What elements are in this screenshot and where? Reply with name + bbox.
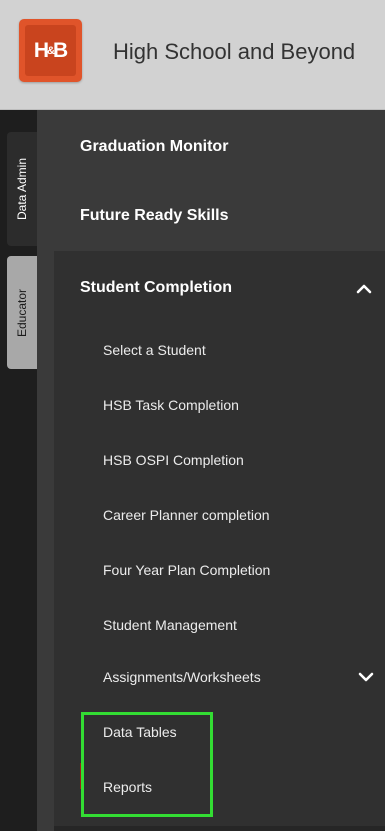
tab-data-admin[interactable]: Data Admin [7, 132, 37, 246]
sub-item-student-management[interactable]: Student Management [103, 618, 237, 632]
app-window: H&B High School and Beyond Data Admin Ed… [0, 0, 385, 831]
nav-item-student-completion[interactable]: Student Completion [80, 280, 232, 296]
sub-item-data-tables[interactable]: Data Tables [103, 725, 177, 739]
tab-data-admin-label: Data Admin [15, 157, 30, 221]
logo-badge: H&B [25, 25, 76, 76]
sub-item-hsb-task-completion[interactable]: HSB Task Completion [103, 398, 239, 412]
app-title: High School and Beyond [113, 39, 356, 64]
sub-item-assignments-worksheets[interactable]: Assignments/Worksheets [103, 670, 261, 684]
sub-item-career-planner-completion[interactable]: Career Planner completion [103, 508, 270, 522]
section-bottom-edge [54, 826, 385, 831]
sub-item-four-year-plan-completion[interactable]: Four Year Plan Completion [103, 563, 270, 577]
active-item-marker [80, 763, 83, 789]
hb-logo[interactable]: H&B [19, 19, 82, 82]
nav-item-future-ready-skills[interactable]: Future Ready Skills [80, 208, 229, 224]
logo-text: H&B [33, 39, 68, 62]
sub-item-hsb-ospi-completion[interactable]: HSB OSPI Completion [103, 453, 244, 467]
sub-item-select-a-student[interactable]: Select a Student [103, 343, 206, 357]
app-header: H&B High School and Beyond [0, 0, 385, 110]
tab-educator-label: Educator [15, 288, 29, 337]
tab-educator[interactable]: Educator [7, 256, 37, 369]
chevron-up-icon[interactable] [354, 282, 374, 296]
sub-item-reports[interactable]: Reports [103, 780, 152, 794]
role-tab-rail: Data Admin Educator [0, 110, 37, 831]
nav-top-group [37, 110, 385, 251]
sidebar-nav: Graduation Monitor Future Ready Skills S… [37, 110, 385, 831]
nav-item-graduation-monitor[interactable]: Graduation Monitor [80, 139, 228, 155]
student-completion-section [54, 251, 385, 831]
chevron-down-icon[interactable] [356, 670, 376, 684]
